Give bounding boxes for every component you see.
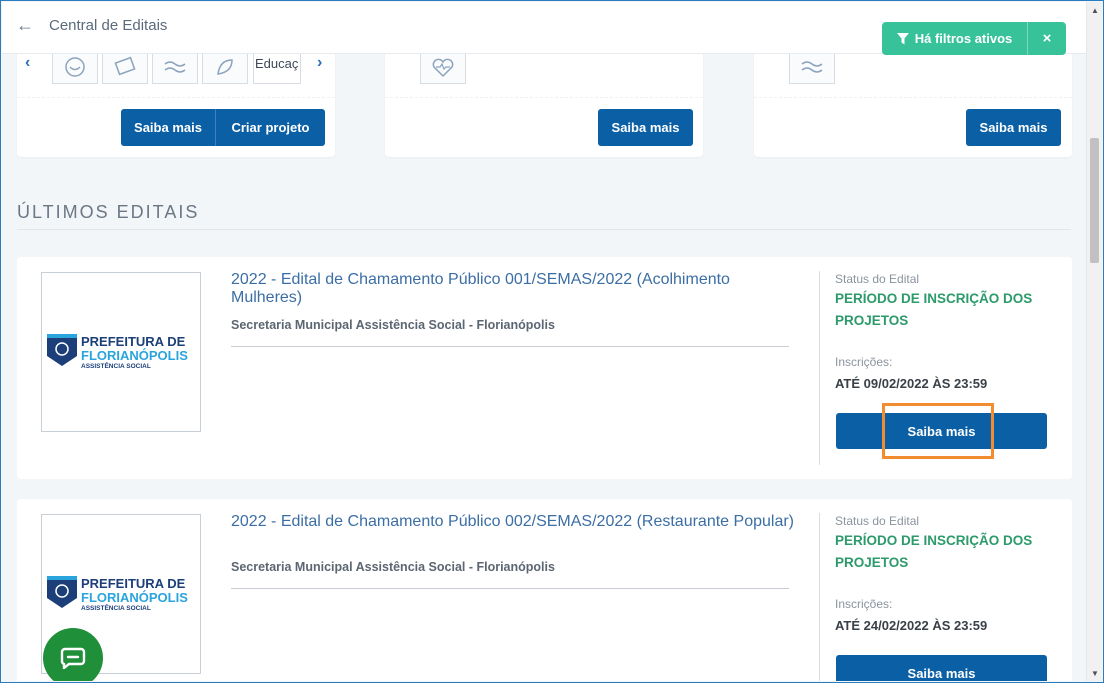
inscricoes-deadline: ATÉ 09/02/2022 ÀS 23:59 xyxy=(835,376,988,391)
carousel-next-icon[interactable]: › xyxy=(317,54,322,72)
logo-line1: PREFEITURA DE xyxy=(81,334,186,349)
ods-health-heart-icon xyxy=(420,50,466,84)
ods-water-icon xyxy=(152,50,198,84)
back-arrow-icon[interactable]: ← xyxy=(16,15,34,35)
vertical-scrollbar[interactable]: ▲ ▼ xyxy=(1086,2,1102,681)
ods-water-icon xyxy=(789,50,835,84)
logo-line3: ASSISTÊNCIA SOCIAL xyxy=(81,603,151,612)
active-filters-label-area[interactable]: Há filtros ativos xyxy=(882,22,1028,55)
chat-bubble-icon xyxy=(60,647,86,669)
edital-side-divider xyxy=(819,271,820,465)
ods-label-education: Educaç xyxy=(253,50,301,84)
inscricoes-label: Inscrições: xyxy=(835,597,893,611)
edital-logo: PREFEITURA DE FLORIANÓPOLIS ASSISTÊNCIA … xyxy=(41,272,201,432)
edital-side-divider xyxy=(819,513,820,681)
inscricoes-label: Inscrições: xyxy=(835,355,893,369)
edital-organization: Secretaria Municipal Assistência Social … xyxy=(231,560,555,574)
edital-card: PREFEITURA DE FLORIANÓPOLIS ASSISTÊNCIA … xyxy=(17,499,1072,681)
section-title: ÚLTIMOS EDITAIS xyxy=(17,202,200,222)
scroll-up-arrow-icon[interactable]: ▲ xyxy=(1087,2,1103,18)
status-value: PERÍODO DE INSCRIÇÃO DOS PROJETOS xyxy=(835,533,1033,570)
status-label: Status do Edital xyxy=(835,514,920,528)
carousel-prev-icon[interactable]: ‹ xyxy=(25,54,30,72)
card-divider xyxy=(385,97,703,98)
scroll-down-arrow-icon[interactable]: ▼ xyxy=(1087,665,1103,681)
edital-separator xyxy=(231,588,789,589)
edital-card: PREFEITURA DE FLORIANÓPOLIS ASSISTÊNCIA … xyxy=(17,257,1072,479)
status-label: Status do Edital xyxy=(835,272,920,286)
saiba-mais-button[interactable]: Saiba mais xyxy=(598,109,693,146)
logo-line1: PREFEITURA DE xyxy=(81,576,186,591)
prefeitura-logo-image: PREFEITURA DE FLORIANÓPOLIS ASSISTÊNCIA … xyxy=(47,334,188,370)
card-1-button-group: Saiba mais Criar projeto xyxy=(121,109,325,146)
edital-separator xyxy=(231,346,789,347)
edital-title-link[interactable]: 2022 - Edital de Chamamento Público 001/… xyxy=(231,271,796,307)
status-value: PERÍODO DE INSCRIÇÃO DOS PROJETOS xyxy=(835,291,1033,328)
card-divider xyxy=(17,97,335,98)
chat-button[interactable] xyxy=(43,628,103,681)
scroll-thumb[interactable] xyxy=(1090,138,1099,263)
page-title: Central de Editais xyxy=(49,17,168,34)
active-filters-button[interactable]: Há filtros ativos × xyxy=(882,22,1066,55)
logo-line3: ASSISTÊNCIA SOCIAL xyxy=(81,361,151,370)
top-bar: ← Central de Editais Há filtros ativos × xyxy=(2,2,1086,55)
saiba-mais-button[interactable]: Saiba mais xyxy=(836,413,1047,449)
saiba-mais-button[interactable]: Saiba mais xyxy=(836,655,1047,681)
app-frame: ‹ Educaç › Saiba mais Criar projeto Saib… xyxy=(0,0,1104,683)
ods-health-icon xyxy=(52,50,98,84)
active-filters-label: Há filtros ativos xyxy=(914,31,1013,46)
saiba-mais-button[interactable]: Saiba mais xyxy=(966,109,1061,146)
inscricoes-deadline: ATÉ 24/02/2022 ÀS 23:59 xyxy=(835,618,988,633)
edital-title-link[interactable]: 2022 - Edital de Chamamento Público 002/… xyxy=(231,513,796,531)
clear-filters-close-icon[interactable]: × xyxy=(1028,22,1066,55)
edital-organization: Secretaria Municipal Assistência Social … xyxy=(231,318,555,332)
logo-line2: FLORIANÓPOLIS xyxy=(81,590,188,605)
card-divider xyxy=(754,97,1072,98)
logo-line2: FLORIANÓPOLIS xyxy=(81,348,188,363)
filter-icon xyxy=(896,32,909,44)
saiba-mais-button[interactable]: Saiba mais xyxy=(121,109,216,146)
section-divider xyxy=(17,229,1071,230)
main-content: ‹ Educaç › Saiba mais Criar projeto Saib… xyxy=(2,2,1086,681)
ods-land-icon xyxy=(202,50,248,84)
ods-education-icon xyxy=(102,50,148,84)
prefeitura-logo-image: PREFEITURA DE FLORIANÓPOLIS ASSISTÊNCIA … xyxy=(47,576,188,612)
criar-projeto-button[interactable]: Criar projeto xyxy=(216,109,325,146)
